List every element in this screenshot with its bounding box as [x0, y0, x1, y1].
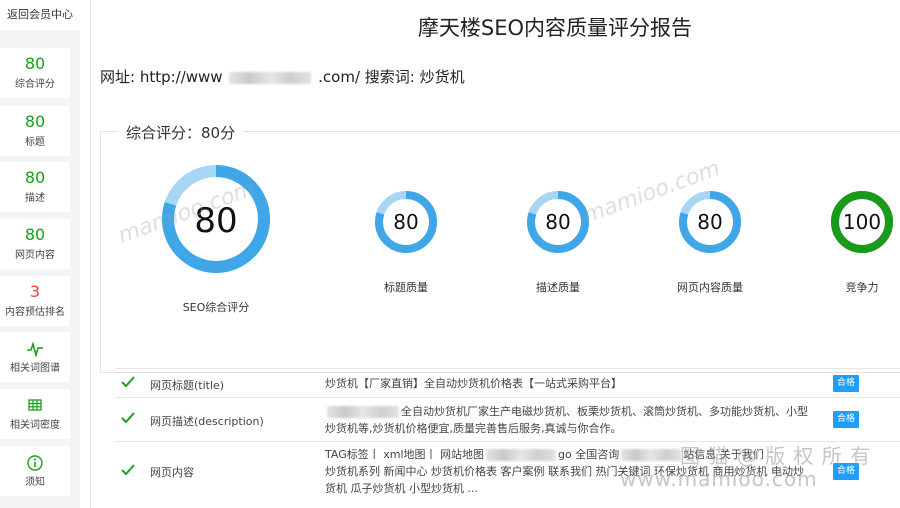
sidebar-item-label: 相关词图谱	[10, 363, 60, 374]
sidebar-item-keyword-density[interactable]: 相关词密度	[0, 389, 70, 439]
sidebar-item-value: 3	[29, 282, 41, 301]
grid-table-icon	[0, 397, 70, 415]
url-prefix: 网址: http://www	[100, 68, 223, 86]
redacted-domain	[229, 71, 312, 84]
sidebar-item-page-content[interactable]: 80 网页内容	[0, 219, 70, 269]
gauge-value: 80	[545, 210, 570, 234]
page-title: 摩天楼SEO内容质量评分报告	[417, 16, 693, 40]
url-and-keyword-line: 网址: http://www .com/ 搜索词: 炒货机	[100, 66, 465, 87]
row-value: 全自动炒货机厂家生产电磁炒货机、板栗炒货机、滚筒炒货机、多功能炒货机、小型 炒货…	[325, 403, 820, 437]
sidebar-item-label: 标题	[25, 137, 45, 148]
gauge-label: 竞争力	[845, 281, 879, 294]
check-icon	[121, 376, 135, 388]
gauge-value: 100	[843, 210, 881, 234]
row-name: 网页描述(description)	[150, 415, 264, 428]
row-value: 炒货机【厂家直销】全自动炒货机价格表【一站式采购平台】	[325, 377, 622, 390]
sidebar-item-value: 80	[24, 225, 46, 244]
check-icon	[121, 464, 135, 476]
sidebar-item-label: 综合评分	[15, 79, 55, 90]
summary-legend: 综合评分：80分	[118, 122, 244, 143]
sidebar-item-value: 80	[24, 112, 46, 131]
sidebar-item-notice[interactable]: 须知	[0, 446, 70, 496]
url-suffix: .com/ 搜索词: 炒货机	[318, 68, 465, 86]
sidebar-item-estimated-rank[interactable]: 3 内容预估排名	[0, 276, 70, 326]
sidebar-item-description[interactable]: 80 描述	[0, 162, 70, 212]
sidebar-item-value: 80	[24, 168, 46, 187]
status-badge: 合格	[833, 411, 859, 428]
gauge-label: 标题质量	[384, 281, 428, 294]
row-value-text: go 全国咨询	[558, 448, 620, 461]
row-name: 网页内容	[150, 466, 194, 479]
gauge-label: 描述质量	[536, 281, 580, 294]
sidebar-item-value: 80	[24, 54, 46, 73]
sidebar-item-label: 相关词密度	[10, 420, 60, 431]
gauge-label: 网页内容质量	[677, 281, 743, 294]
sidebar-item-title[interactable]: 80 标题	[0, 106, 70, 156]
watermark-copyright: 图 猫 @ 版 权 所 有	[680, 444, 872, 468]
competitiveness-gauge: 100	[831, 191, 893, 253]
row-value-line: 全自动炒货机厂家生产电磁炒货机、板栗炒货机、滚筒炒货机、多功能炒货机、小型	[325, 403, 820, 420]
sidebar-item-keyword-graph[interactable]: 相关词图谱	[0, 332, 70, 382]
check-icon	[121, 412, 135, 424]
redacted-text	[327, 406, 399, 418]
back-to-member-center-link[interactable]: 返回会员中心	[0, 0, 80, 30]
content-quality-gauge: 80	[679, 191, 741, 253]
row-name: 网页标题(title)	[150, 379, 225, 392]
sidebar-item-label: 描述	[25, 193, 45, 204]
row-value-line: 炒货机等,炒货机价格便宜,质量完善售后服务,真诚与你合作。	[325, 422, 622, 435]
table-row: 网页描述(description) 全自动炒货机厂家生产电磁炒货机、板栗炒货机、…	[115, 397, 900, 442]
redacted-text	[486, 449, 556, 461]
gauge-value: 80	[697, 210, 722, 234]
watermark-site: www.mamioo.com	[620, 467, 818, 491]
overall-score-gauge: 80	[162, 165, 270, 273]
info-circle-icon	[0, 454, 70, 472]
row-value-text: 全自动炒货机厂家生产电磁炒货机、板栗炒货机、滚筒炒货机、多功能炒货机、小型	[401, 405, 808, 418]
sidebar-item-label: 内容预估排名	[5, 307, 65, 318]
gauge-value: 80	[393, 210, 418, 234]
gauge-label: SEO综合评分	[182, 301, 250, 314]
pulse-icon	[0, 340, 70, 358]
description-quality-gauge: 80	[527, 191, 589, 253]
sidebar-item-label: 网页内容	[15, 250, 55, 261]
row-value-text: TAG标签丨 xml地图丨 网站地图	[325, 448, 484, 461]
redacted-text	[621, 449, 682, 461]
title-quality-gauge: 80	[375, 191, 437, 253]
sidebar-divider	[90, 0, 91, 508]
sidebar-item-overall-score[interactable]: 80 综合评分	[0, 48, 70, 98]
gauge-value: 80	[194, 201, 237, 241]
sidebar: 返回会员中心 80 综合评分 80 标题 80 描述 80 网页内容 3 内容预…	[0, 0, 80, 508]
table-row: 网页标题(title) 炒货机【厂家直销】全自动炒货机价格表【一站式采购平台】 …	[115, 368, 900, 398]
status-badge: 合格	[833, 375, 859, 392]
sidebar-item-label: 须知	[25, 477, 45, 488]
